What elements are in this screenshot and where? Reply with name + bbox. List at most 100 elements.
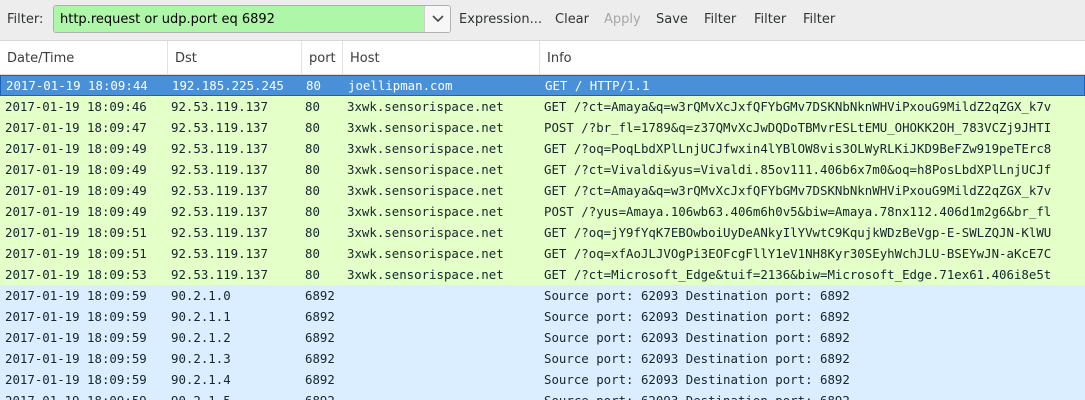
cell-dst: 92.53.119.137: [171, 183, 268, 198]
cell-dst: 90.2.1.5: [171, 390, 299, 400]
column-header-port[interactable]: port: [301, 41, 342, 74]
cell-dst: 92.53.119.137: [171, 246, 268, 261]
cell-time: 2017-01-19 18:09:51: [5, 225, 147, 240]
packet-row[interactable]: 2017-01-19 18:09:59 90.2.1.3 6892 Source po…: [0, 348, 1085, 369]
cell-port: 6892: [305, 288, 335, 303]
cell-port: 80: [305, 246, 320, 261]
cell-port: 80: [305, 141, 320, 156]
packet-row[interactable]: 2017-01-19 18:09:46 92.53.119.137 80 3xwk.s…: [0, 96, 1085, 117]
cell-info: Source port: 62093 Destination port: 689…: [544, 330, 850, 345]
cell-dst: 92.53.119.137: [171, 141, 268, 156]
cell-dst: 90.2.1.3: [171, 351, 231, 366]
cell-time: 2017-01-19 18:09:49: [5, 141, 147, 156]
expression-button[interactable]: Expression...: [459, 12, 542, 27]
cell-info: GET /?oq=jY9fYqK7EBOwboiUyDeANkyIlYVwtC9…: [544, 225, 1052, 240]
cell-host: 3xwk.sensorispace.net: [347, 120, 504, 135]
cell-host: 3xwk.sensorispace.net: [347, 99, 504, 114]
column-header-dst[interactable]: Dst: [167, 41, 301, 74]
filter-button-1[interactable]: Filter: [704, 12, 736, 27]
packet-row[interactable]: 2017-01-19 18:09:44 192.185.225.245 80 joel…: [0, 75, 1085, 96]
cell-dst: 92.53.119.137: [171, 162, 268, 177]
cell-dst: 92.53.119.137: [171, 120, 268, 135]
filter-combobox[interactable]: [53, 5, 451, 33]
display-filter-toolbar: Filter: Expression... Clear Apply Save F…: [0, 0, 1085, 41]
column-header-info[interactable]: Info: [539, 41, 1085, 74]
filter-label: Filter:: [7, 12, 44, 27]
cell-time: 2017-01-19 18:09:44: [6, 78, 148, 93]
cell-time: 2017-01-19 18:09:59: [5, 330, 147, 345]
cell-dst: 90.2.1.1: [171, 309, 231, 324]
cell-info: Source port: 62093 Destination port: 689…: [544, 372, 850, 387]
apply-button[interactable]: Apply: [604, 12, 641, 27]
packet-row[interactable]: 2017-01-19 18:09:53 92.53.119.137 80 3xwk.s…: [0, 264, 1085, 285]
packet-row[interactable]: 2017-01-19 18:09:49 92.53.119.137 80 3xwk.s…: [0, 201, 1085, 222]
cell-info: POST /?yus=Amaya.106wb63.406m6h0v5&biw=A…: [544, 204, 1052, 219]
cell-dst: 90.2.1.0: [171, 288, 231, 303]
cell-port: 80: [305, 99, 320, 114]
cell-dst: 92.53.119.137: [171, 99, 268, 114]
cell-dst: 92.53.119.137: [171, 204, 268, 219]
cell-port: 6892: [305, 309, 335, 324]
packet-row[interactable]: 2017-01-19 18:09:51 92.53.119.137 80 3xwk.s…: [0, 243, 1085, 264]
cell-port: 6892: [305, 390, 341, 400]
cell-port: 80: [305, 225, 320, 240]
cell-port: 80: [305, 204, 320, 219]
cell-info: GET /?oq=PoqLbdXPlLnjUCJfwxin4lYBlOW8vis…: [544, 141, 1052, 156]
cell-host: 3xwk.sensorispace.net: [347, 204, 504, 219]
packet-row[interactable]: 2017-01-19 18:09:59 90.2.1.2 6892 Source po…: [0, 327, 1085, 348]
cell-host: joellipman.com: [348, 78, 453, 93]
cell-host: 3xwk.sensorispace.net: [347, 246, 504, 261]
cell-dst: 90.2.1.4: [171, 372, 231, 387]
cell-info: Source port: 62093 Destination port: 689…: [544, 351, 850, 366]
filter-button-3[interactable]: Filter: [803, 12, 835, 27]
packet-row[interactable]: 2017-01-19 18:09:49 92.53.119.137 80 3xwk.s…: [0, 138, 1085, 159]
column-header-datetime[interactable]: Date/Time: [0, 41, 167, 74]
clear-button[interactable]: Clear: [555, 12, 589, 27]
cell-dst: 92.53.119.137: [171, 267, 268, 282]
cell-time: 2017-01-19 18:09:47: [5, 120, 147, 135]
cell-host: 3xwk.sensorispace.net: [347, 141, 504, 156]
cell-time: 2017-01-19 18:09:53: [5, 267, 147, 282]
filter-button-2[interactable]: Filter: [754, 12, 786, 27]
packet-row[interactable]: 2017-01-19 18:09:59 90.2.1.4 6892 Source po…: [0, 369, 1085, 390]
cell-host: 3xwk.sensorispace.net: [347, 267, 504, 282]
cell-info: GET /?oq=xfAoJLJVOgPi3EOFcgFllY1eV1NH8Ky…: [544, 246, 1052, 261]
packet-row[interactable]: 2017-01-19 18:09:59 90.2.1.1 6892 Source po…: [0, 306, 1085, 327]
packet-row[interactable]: 2017-01-19 18:09:49 92.53.119.137 80 3xwk.s…: [0, 159, 1085, 180]
filter-dropdown-button[interactable]: [424, 6, 450, 32]
cell-port: 80: [305, 183, 320, 198]
cell-info: Source port: 62093 Destination port: 689…: [544, 288, 850, 303]
cell-time: 2017-01-19 18:09:51: [5, 246, 147, 261]
cell-info: POST /?br_fl=1789&q=z37QMvXcJwDQDoTBMvrE…: [544, 120, 1052, 135]
column-header-host[interactable]: Host: [342, 41, 539, 74]
cell-info: GET /?ct=Microsoft_Edge&tuif=2136&biw=Mi…: [544, 267, 1052, 282]
cell-time: 2017-01-19 18:09:49: [5, 204, 147, 219]
cell-dst: 90.2.1.2: [171, 330, 231, 345]
cell-dst: 192.185.225.245: [172, 78, 284, 93]
cell-time: 2017-01-19 18:09:49: [5, 183, 147, 198]
cell-dst: 92.53.119.137: [171, 225, 268, 240]
cell-info: GET /?ct=Amaya&q=w3rQMvXcJxfQFYbGMv7DSKN…: [544, 99, 1052, 114]
cell-port: 80: [305, 162, 320, 177]
cell-time: 2017-01-19 18:09:59: [5, 309, 147, 324]
cell-time: 2017-01-19 18:09:49: [5, 162, 147, 177]
cell-time: 2017-01-19 18:09:59: [5, 372, 147, 387]
cell-port: 6892: [305, 351, 335, 366]
cell-info: GET /?ct=Amaya&q=w3rQMvXcJxfQFYbGMv7DSKN…: [544, 183, 1052, 198]
packet-row[interactable]: 2017-01-19 18:09:49 92.53.119.137 80 3xwk.s…: [0, 180, 1085, 201]
cell-info: GET / HTTP/1.1: [545, 78, 650, 93]
chevron-down-icon: [432, 15, 444, 23]
packet-row[interactable]: 2017-01-19 18:09:59 90.2.1.0 6892 Source po…: [0, 285, 1085, 306]
packet-row[interactable]: 2017-01-19 18:09:47 92.53.119.137 80 3xwk.s…: [0, 117, 1085, 138]
cell-host: 3xwk.sensorispace.net: [347, 225, 504, 240]
cell-host: 3xwk.sensorispace.net: [347, 162, 504, 177]
cell-info: Source port: 62093 Destination port: 689…: [544, 309, 850, 324]
packet-list-header: Date/Time Dst port Host Info: [0, 41, 1085, 75]
cell-info: GET /?ct=Vivaldi&yus=Vivaldi.85ov111.406…: [544, 162, 1052, 177]
packet-row[interactable]: 2017-01-19 18:09:59 90.2.1.5 6892 Source po…: [0, 390, 1085, 400]
filter-input[interactable]: [54, 6, 424, 32]
save-button[interactable]: Save: [656, 12, 688, 27]
cell-port: 6892: [305, 372, 335, 387]
packet-list: 2017-01-19 18:09:44 192.185.225.245 80 joel…: [0, 75, 1085, 400]
packet-row[interactable]: 2017-01-19 18:09:51 92.53.119.137 80 3xwk.s…: [0, 222, 1085, 243]
